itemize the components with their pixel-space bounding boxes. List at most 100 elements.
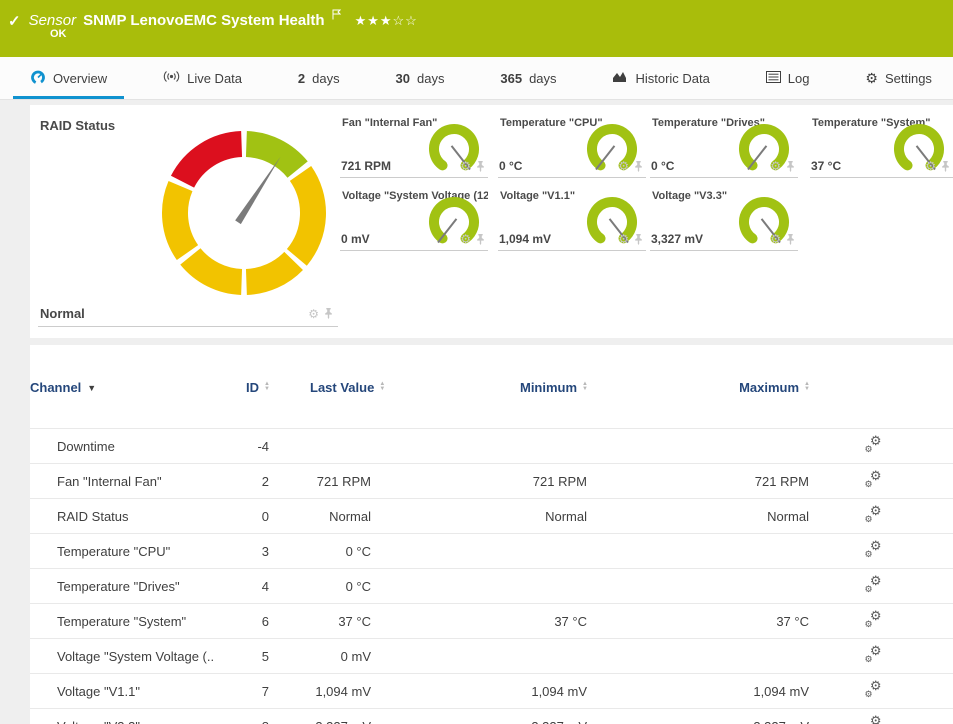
cell-minimum: 721 RPM	[372, 464, 588, 499]
tab-30-days[interactable]: 30 days	[391, 57, 450, 99]
table-row[interactable]: Fan "Internal Fan"2721 RPM721 RPM721 RPM…	[30, 464, 953, 499]
tab-label: Historic Data	[635, 71, 709, 86]
cell-id: -4	[215, 429, 270, 464]
cell-maximum	[588, 569, 810, 604]
cell-id: 6	[215, 604, 270, 639]
mini-gauge-value: 3,327 mV	[651, 232, 703, 246]
channel-settings-icon[interactable]: ⚙⚙	[865, 682, 882, 697]
column-header-last-value[interactable]: Last Value▲▼	[270, 345, 372, 429]
cell-minimum: 3,327 mV	[372, 709, 588, 724]
tab-label: days	[417, 71, 444, 86]
channel-settings-icon[interactable]: ⚙⚙	[865, 647, 882, 662]
mini-gauge-tile[interactable]: Voltage "V3.3"3,327 mV⚙	[650, 183, 798, 251]
tab-365-days[interactable]: 365 days	[495, 57, 561, 99]
gear-icon[interactable]: ⚙	[460, 233, 471, 245]
cell-minimum	[372, 534, 588, 569]
channel-settings-icon[interactable]: ⚙⚙	[865, 472, 882, 487]
table-row[interactable]: Temperature "Drives"40 °C⚙⚙	[30, 569, 953, 604]
table-row[interactable]: Temperature "CPU"30 °C⚙⚙	[30, 534, 953, 569]
mini-gauge-tile[interactable]: Temperature "CPU"0 °C⚙	[498, 110, 646, 178]
pin-icon[interactable]	[634, 234, 643, 245]
pin-icon[interactable]	[786, 161, 795, 172]
gear-icon[interactable]: ⚙	[925, 160, 936, 172]
column-header-actions	[810, 345, 953, 429]
sort-descending-icon: ▼	[87, 383, 96, 393]
mini-gauge-tile[interactable]: Temperature "Drives"0 °C⚙	[650, 110, 798, 178]
prtg-sensor-page: ✓ Sensor SNMP LenovoEMC System Health ★★…	[0, 0, 953, 724]
status-check-icon: ✓	[8, 12, 21, 30]
tab-overview[interactable]: Overview	[25, 57, 112, 99]
mini-gauge-tile[interactable]: Temperature "System"37 °C⚙	[810, 110, 953, 178]
cell-last-value: 3,327 mV	[270, 709, 372, 724]
cell-last-value	[270, 429, 372, 464]
tab-label: days	[529, 71, 556, 86]
tab-number: 2	[298, 71, 305, 86]
table-row[interactable]: Voltage "V3.3"83,327 mV3,327 mV3,327 mV⚙…	[30, 709, 953, 724]
table-row[interactable]: RAID Status0NormalNormalNormal⚙⚙	[30, 499, 953, 534]
channel-settings-icon[interactable]: ⚙⚙	[865, 612, 882, 627]
table-row[interactable]: Downtime-4 ⚙⚙	[30, 429, 953, 464]
sort-toggle-icon: ▲▼	[379, 382, 385, 392]
channel-settings-icon[interactable]: ⚙⚙	[865, 577, 882, 592]
cell-channel: Voltage "V1.1"	[30, 674, 215, 709]
tab-historic-data[interactable]: Historic Data	[607, 57, 714, 99]
pin-icon[interactable]	[476, 161, 485, 172]
column-header-maximum[interactable]: Maximum▲▼	[588, 345, 810, 429]
sensor-status-badge: OK	[50, 28, 67, 40]
cell-channel: Temperature "CPU"	[30, 534, 215, 569]
priority-stars[interactable]: ★★★☆☆	[355, 13, 418, 29]
raid-status-gauge-tile[interactable]: RAID Status Normal ⚙	[38, 113, 338, 327]
mini-gauge-tile[interactable]: Fan "Internal Fan"721 RPM⚙	[340, 110, 488, 178]
table-row[interactable]: Temperature "System"637 °C37 °C37 °C⚙⚙	[30, 604, 953, 639]
pin-icon[interactable]	[634, 161, 643, 172]
cell-id: 0	[215, 499, 270, 534]
channel-settings-icon[interactable]: ⚙⚙	[865, 717, 882, 724]
gear-icon[interactable]: ⚙	[770, 233, 781, 245]
column-header-minimum[interactable]: Minimum▲▼	[372, 345, 588, 429]
mini-gauge-value: 0 mV	[341, 232, 370, 246]
mini-gauge-tile[interactable]: Voltage "System Voltage (12...0 mV⚙	[340, 183, 488, 251]
gauge-icon	[30, 69, 46, 88]
tab-number: 365	[500, 71, 522, 86]
cell-channel: Downtime	[30, 429, 215, 464]
raid-gauge-segment	[175, 186, 187, 253]
gear-icon[interactable]: ⚙	[308, 308, 319, 320]
tab-live-data[interactable]: Live Data	[158, 57, 247, 99]
cell-channel: Voltage "V3.3"	[30, 709, 215, 724]
tab-number: 30	[396, 71, 410, 86]
tab-2-days[interactable]: 2 days	[293, 57, 345, 99]
sort-toggle-icon: ▲▼	[582, 382, 588, 392]
table-row[interactable]: Voltage "System Voltage (...50 mV⚙⚙	[30, 639, 953, 674]
cell-maximum	[588, 534, 810, 569]
gear-icon[interactable]: ⚙	[460, 160, 471, 172]
raid-gauge-segment	[246, 261, 293, 282]
mini-gauge-tile[interactable]: Voltage "V1.1"1,094 mV⚙	[498, 183, 646, 251]
gear-icon[interactable]: ⚙	[618, 233, 629, 245]
cell-last-value: 0 °C	[270, 569, 372, 604]
cell-channel: Temperature "System"	[30, 604, 215, 639]
channel-settings-icon[interactable]: ⚙⚙	[865, 437, 882, 452]
tab-settings[interactable]: ⚙ Settings	[860, 57, 937, 99]
pin-icon[interactable]	[941, 161, 950, 172]
pin-icon[interactable]	[324, 308, 333, 319]
cell-maximum: 721 RPM	[588, 464, 810, 499]
mini-gauge-value: 721 RPM	[341, 159, 391, 173]
area-chart-icon	[612, 70, 628, 86]
cell-maximum: 37 °C	[588, 604, 810, 639]
table-row[interactable]: Voltage "V1.1"71,094 mV1,094 mV1,094 mV⚙…	[30, 674, 953, 709]
cell-last-value: 0 °C	[270, 534, 372, 569]
object-kind-label: Sensor	[29, 12, 77, 29]
pin-icon[interactable]	[476, 234, 485, 245]
tab-label: days	[312, 71, 339, 86]
cell-channel: Temperature "Drives"	[30, 569, 215, 604]
raid-gauge-segment	[190, 256, 241, 282]
pin-icon[interactable]	[786, 234, 795, 245]
channel-settings-icon[interactable]: ⚙⚙	[865, 507, 882, 522]
column-header-id[interactable]: ID▲▼	[215, 345, 270, 429]
channel-settings-icon[interactable]: ⚙⚙	[865, 542, 882, 557]
cell-maximum: Normal	[588, 499, 810, 534]
gear-icon[interactable]: ⚙	[770, 160, 781, 172]
column-header-channel[interactable]: Channel▼	[30, 345, 215, 429]
gear-icon[interactable]: ⚙	[618, 160, 629, 172]
tab-log[interactable]: Log	[761, 57, 815, 99]
